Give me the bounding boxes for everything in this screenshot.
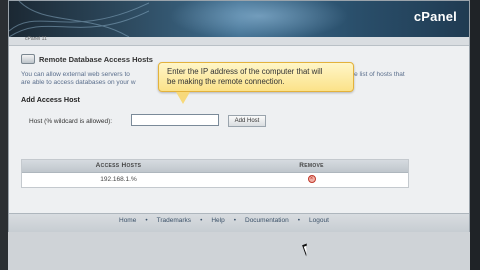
database-icon <box>21 54 35 64</box>
page-title: Remote Database Access Hosts <box>39 54 153 64</box>
host-input[interactable] <box>131 114 219 126</box>
footer-link-logout[interactable]: Logout <box>309 217 329 224</box>
tooltip-line-2: be making the remote connection. <box>167 77 285 86</box>
footer-link-help[interactable]: Help <box>211 217 224 224</box>
host-label: Host (% wildcard is allowed): <box>29 118 113 125</box>
remove-icon[interactable]: × <box>307 175 316 184</box>
cpanel-header: cPanel <box>9 1 469 37</box>
tooltip-pointer <box>176 92 190 104</box>
cpanel-window: cPanel cPanel 11 Remote Database Access … <box>8 0 470 232</box>
remove-cell: × <box>215 173 408 187</box>
instruction-tooltip: Enter the IP address of the computer tha… <box>158 62 354 92</box>
footer-link-documentation[interactable]: Documentation <box>245 217 289 224</box>
tooltip-line-1: Enter the IP address of the computer tha… <box>167 67 323 76</box>
footer: Home • Trademarks • Help • Documentation… <box>9 213 469 232</box>
table-header: Access Hosts Remove <box>22 160 408 173</box>
cpanel-logo[interactable]: cPanel <box>414 9 457 24</box>
add-host-button[interactable]: Add Host <box>228 115 266 127</box>
footer-link-trademarks[interactable]: Trademarks <box>157 217 191 224</box>
left-window-edge <box>0 0 8 270</box>
footer-separator: • <box>200 217 203 224</box>
footer-link-home[interactable]: Home <box>119 217 136 224</box>
breadcrumb-home-link[interactable]: cPanel 11 <box>25 36 47 42</box>
footer-separator: • <box>145 217 148 224</box>
footer-separator: • <box>233 217 236 224</box>
page-title-row: Remote Database Access Hosts <box>21 54 153 64</box>
header-decoration <box>9 1 149 37</box>
footer-separator: • <box>297 217 301 224</box>
footer-links: Home • Trademarks • Help • Documentation… <box>119 217 329 224</box>
host-cell: 192.168.1.% <box>100 176 137 183</box>
right-window-edge <box>470 0 480 270</box>
table-row: 192.168.1.% × <box>22 173 408 187</box>
description-line-1-start: You can allow external web servers to <box>21 71 130 78</box>
access-hosts-table: Access Hosts Remove 192.168.1.% × <box>21 159 409 188</box>
column-header-remove: Remove <box>299 162 324 169</box>
world-map-graphic <box>169 1 349 37</box>
column-header-access-hosts: Access Hosts <box>95 162 142 169</box>
add-access-heading: Add Access Host <box>21 95 80 104</box>
